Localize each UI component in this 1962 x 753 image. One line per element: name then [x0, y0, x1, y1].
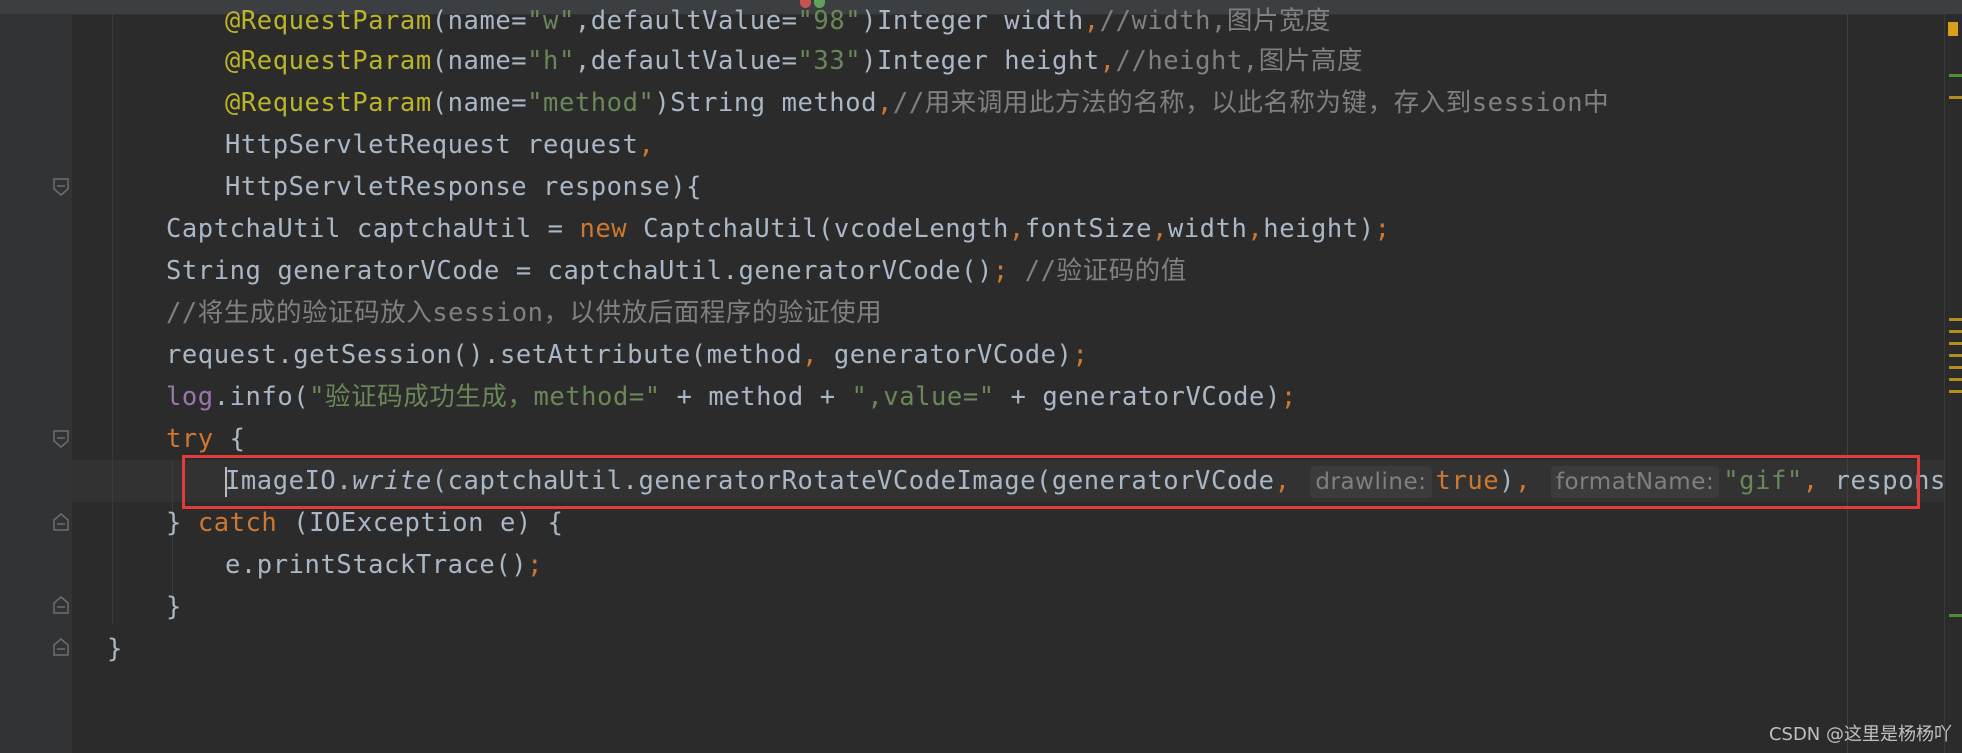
- code-editor[interactable]: @RequestParam(name="w",defaultValue="98"…: [0, 0, 1962, 753]
- code-line: //将生成的验证码放入session，以供放后面程序的验证使用: [166, 298, 883, 328]
- code-line: HttpServletResponse response){: [225, 172, 703, 202]
- code-line: @RequestParam(name="h",defaultValue="33"…: [225, 46, 1363, 76]
- code-line: e.printStackTrace();: [225, 550, 544, 580]
- warning-marker[interactable]: [1949, 390, 1962, 393]
- warning-marker[interactable]: [1949, 354, 1962, 357]
- code-line: @RequestParam(name="w",defaultValue="98"…: [225, 6, 1332, 36]
- warning-marker[interactable]: [1949, 378, 1962, 381]
- change-marker[interactable]: [1949, 74, 1962, 77]
- warning-marker[interactable]: [1949, 366, 1962, 369]
- code-line: CaptchaUtil captchaUtil = new CaptchaUti…: [166, 214, 1391, 244]
- warning-marker[interactable]: [1949, 342, 1962, 345]
- code-area[interactable]: @RequestParam(name="w",defaultValue="98"…: [0, 0, 1962, 753]
- csdn-watermark: CSDN @这里是杨杨吖: [1768, 724, 1952, 745]
- code-line: try {: [166, 424, 246, 454]
- editor-scrollbar[interactable]: [1944, 14, 1962, 753]
- code-line: }: [107, 634, 123, 664]
- code-line: String generatorVCode = captchaUtil.gene…: [166, 256, 1187, 286]
- warning-marker[interactable]: [1949, 318, 1962, 321]
- warning-marker[interactable]: [1949, 330, 1962, 333]
- code-line: }: [166, 592, 182, 622]
- code-line: @RequestParam(name="method")String metho…: [225, 88, 1610, 118]
- code-line: HttpServletRequest request,: [225, 130, 655, 160]
- change-marker[interactable]: [1949, 614, 1962, 617]
- warning-marker[interactable]: [1949, 96, 1962, 99]
- annotation-highlight-box: [182, 455, 1920, 509]
- code-line: request.getSession().setAttribute(method…: [166, 340, 1089, 370]
- error-stripe-mark[interactable]: [1948, 22, 1958, 36]
- code-line: log.info("验证码成功生成，method=" + method + ",…: [166, 382, 1297, 412]
